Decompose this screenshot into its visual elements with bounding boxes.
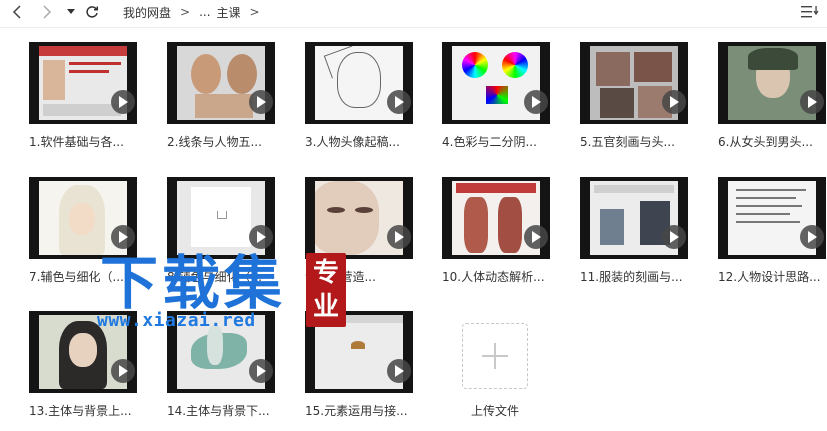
breadcrumb-separator: > bbox=[249, 5, 260, 19]
watermark-url: www.xiazai.red bbox=[97, 310, 256, 331]
history-dropdown-button[interactable] bbox=[62, 3, 80, 21]
upload-file-tile[interactable]: 上传文件 bbox=[440, 312, 550, 422]
toolbar-divider bbox=[0, 27, 827, 28]
file-tile[interactable]: 11.服装的刻画与... bbox=[580, 177, 710, 301]
video-thumbnail[interactable] bbox=[305, 177, 413, 259]
video-thumbnail[interactable] bbox=[167, 42, 275, 124]
play-icon[interactable] bbox=[800, 225, 824, 249]
file-tile[interactable]: 15.元素运用与接... bbox=[305, 311, 435, 431]
breadcrumb-item-ellipsis[interactable]: ... bbox=[199, 5, 210, 19]
file-title[interactable]: 1.软件基础与各... bbox=[29, 133, 159, 150]
file-tile[interactable]: 3.人物头像起稿... bbox=[305, 42, 435, 166]
video-thumbnail[interactable] bbox=[305, 42, 413, 124]
breadcrumb-item-current[interactable]: 主课 bbox=[217, 4, 241, 21]
forward-button[interactable] bbox=[38, 3, 56, 21]
breadcrumb-item-root[interactable]: 我的网盘 bbox=[123, 4, 171, 21]
play-icon[interactable] bbox=[524, 90, 548, 114]
play-icon[interactable] bbox=[111, 359, 135, 383]
file-title[interactable]: 6.从女头到男头... bbox=[718, 133, 827, 150]
back-button[interactable] bbox=[8, 3, 26, 21]
breadcrumb-separator: > bbox=[180, 5, 191, 19]
video-thumbnail[interactable] bbox=[718, 177, 826, 259]
file-title[interactable]: 13.主体与背景上... bbox=[29, 402, 159, 419]
file-tile[interactable]: 6.从女头到男头... bbox=[718, 42, 827, 166]
file-title[interactable]: 15.元素运用与接... bbox=[305, 402, 435, 419]
file-title[interactable]: 3.人物头像起稿... bbox=[305, 133, 435, 150]
play-icon[interactable] bbox=[662, 90, 686, 114]
video-thumbnail[interactable] bbox=[29, 42, 137, 124]
play-icon[interactable] bbox=[662, 225, 686, 249]
watermark-seal: 专 业 bbox=[306, 253, 346, 327]
file-title[interactable]: 4.色彩与二分阴... bbox=[442, 133, 572, 150]
list-view-icon bbox=[801, 6, 819, 18]
play-icon[interactable] bbox=[249, 90, 273, 114]
watermark-seal-char: 专 bbox=[312, 258, 339, 288]
video-thumbnail[interactable] bbox=[580, 177, 688, 259]
upload-label[interactable]: 上传文件 bbox=[440, 402, 550, 419]
toolbar: 我的网盘 > ... 主课 > bbox=[0, 0, 827, 24]
chevron-right-icon bbox=[43, 5, 52, 19]
file-tile[interactable]: 5.五官刻画与头... bbox=[580, 42, 710, 166]
watermark-seal-char: 业 bbox=[312, 292, 339, 322]
watermark-text: 下载集 bbox=[100, 249, 287, 317]
file-tile[interactable]: 4.色彩与二分阴... bbox=[442, 42, 572, 166]
caret-down-icon bbox=[67, 9, 75, 14]
file-tile[interactable]: 2.线条与人物五... bbox=[167, 42, 297, 166]
file-tile[interactable]: 10.人体动态解析... bbox=[442, 177, 572, 301]
plus-icon bbox=[482, 343, 508, 369]
video-thumbnail[interactable] bbox=[580, 42, 688, 124]
file-tile[interactable]: 1.软件基础与各... bbox=[29, 42, 159, 166]
play-icon[interactable] bbox=[111, 90, 135, 114]
file-title[interactable]: 11.服装的刻画与... bbox=[580, 268, 710, 285]
play-icon[interactable] bbox=[524, 225, 548, 249]
upload-box[interactable] bbox=[462, 323, 528, 389]
refresh-icon bbox=[86, 6, 99, 18]
video-thumbnail[interactable] bbox=[442, 177, 550, 259]
play-icon[interactable] bbox=[800, 90, 824, 114]
file-title[interactable]: 14.主体与背景下... bbox=[167, 402, 297, 419]
file-title[interactable]: 2.线条与人物五... bbox=[167, 133, 297, 150]
video-thumbnail[interactable] bbox=[442, 42, 550, 124]
file-title[interactable]: 5.五官刻画与头... bbox=[580, 133, 710, 150]
play-icon[interactable] bbox=[387, 225, 411, 249]
play-icon[interactable] bbox=[387, 359, 411, 383]
file-tile[interactable]: 12.人物设计思路... bbox=[718, 177, 827, 301]
view-mode-button[interactable] bbox=[799, 3, 821, 21]
refresh-button[interactable] bbox=[83, 3, 101, 21]
play-icon[interactable] bbox=[387, 90, 411, 114]
video-thumbnail[interactable] bbox=[718, 42, 826, 124]
file-title[interactable]: 12.人物设计思路... bbox=[718, 268, 827, 285]
breadcrumb: 我的网盘 > ... 主课 > bbox=[123, 3, 269, 21]
file-title[interactable]: 10.人体动态解析... bbox=[442, 268, 572, 285]
chevron-left-icon bbox=[12, 5, 21, 19]
play-icon[interactable] bbox=[249, 359, 273, 383]
